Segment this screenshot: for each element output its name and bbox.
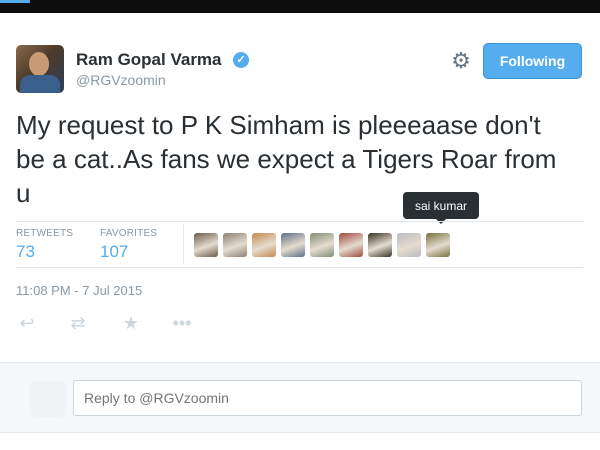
favoriter-avatar[interactable] [194, 233, 218, 257]
favoriter-avatar[interactable] [368, 233, 392, 257]
stats-divider-top [16, 221, 583, 222]
favoriter-avatar[interactable] [339, 233, 363, 257]
tweet-text: My request to P K Simham is pleeeaase do… [16, 110, 557, 208]
favorites-label: FAVORITES [100, 228, 158, 239]
avatar-face [29, 52, 49, 76]
star-icon[interactable]: ★ [120, 312, 142, 334]
retweets-label: RETWEETS [16, 228, 74, 239]
favoriter-avatar[interactable] [252, 233, 276, 257]
favorites-stat[interactable]: FAVORITES 107 [100, 228, 157, 262]
favoriter-tooltip: sai kumar [403, 192, 479, 224]
favorites-count[interactable]: 107 [100, 242, 157, 262]
tweet-timestamp[interactable]: 11:08 PM - 7 Jul 2015 [16, 283, 142, 298]
stats-separator [183, 224, 184, 264]
favoriter-avatar[interactable] [397, 233, 421, 257]
favoriter-avatar[interactable] [223, 233, 247, 257]
reply-input[interactable] [73, 380, 582, 416]
tweet-actions: ↩ ⇄ ★ ••• [16, 312, 193, 334]
avatar-shirt [20, 75, 60, 93]
favoriter-avatar[interactable] [310, 233, 334, 257]
more-icon[interactable]: ••• [171, 312, 193, 334]
favoriter-avatar[interactable] [426, 233, 450, 257]
author-handle[interactable]: @RGVzoomin [76, 72, 166, 88]
favoriter-avatars [194, 233, 455, 257]
retweet-icon[interactable]: ⇄ [67, 312, 89, 334]
gear-icon[interactable]: ⚙ [450, 50, 472, 72]
retweets-stat[interactable]: RETWEETS 73 [16, 228, 73, 262]
reply-icon[interactable]: ↩ [16, 312, 38, 334]
following-button[interactable]: Following [483, 43, 582, 79]
favoriter-avatar[interactable] [281, 233, 305, 257]
verified-badge-icon: ✓ [233, 52, 249, 68]
reply-avatar [30, 381, 66, 417]
stats-divider-bottom [16, 267, 583, 268]
top-nav-bar [0, 0, 600, 13]
retweets-count[interactable]: 73 [16, 242, 73, 262]
nav-accent-stripe [0, 0, 30, 3]
author-name[interactable]: Ram Gopal Varma [76, 50, 222, 70]
author-avatar[interactable] [16, 45, 64, 93]
tooltip-text: sai kumar [414, 198, 467, 213]
bottom-divider [0, 432, 600, 433]
